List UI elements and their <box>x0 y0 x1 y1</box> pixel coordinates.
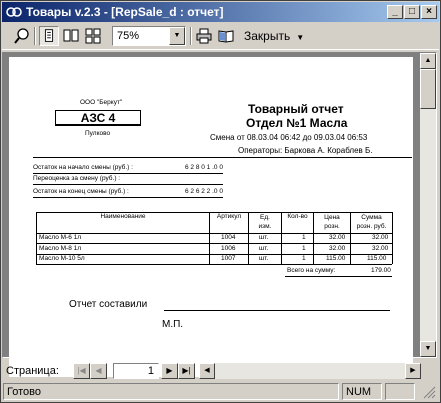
reprice-label: Переоценка за смену (руб.) : <box>33 175 121 182</box>
report-title: Товарный отчет <box>248 102 344 116</box>
company-name: ООО "Беркут" <box>80 99 123 106</box>
close-button[interactable]: × <box>421 5 437 19</box>
next-page-icon[interactable]: ▶ <box>161 363 178 379</box>
cell-qty: 1 <box>302 245 306 252</box>
window-title: Товары v.2.3 - [RepSale_d : отчет] <box>26 5 224 19</box>
station-box: АЗС 4 <box>55 110 141 126</box>
toolbar-separator <box>34 27 36 45</box>
cell-name: Масло М-6 1л <box>39 234 82 241</box>
cell-sku: 1006 <box>221 245 236 252</box>
close-report-label: Закрыть <box>244 29 291 43</box>
cell-unit: шт. <box>259 234 269 241</box>
vertical-scrollbar[interactable]: ▲ ▼ <box>420 53 436 357</box>
maximize-button[interactable]: □ <box>404 5 420 19</box>
app-icon <box>6 7 22 17</box>
header-divider <box>33 157 412 158</box>
cell-price: 32.00 <box>329 245 346 252</box>
minimize-button[interactable]: _ <box>387 5 403 19</box>
title-bar: Товары v.2.3 - [RepSale_d : отчет] _ □ × <box>2 2 439 22</box>
station-name: АЗС 4 <box>80 111 116 125</box>
cell-sum: 32.00 <box>372 245 389 252</box>
last-page-icon[interactable]: ▶| <box>178 363 195 379</box>
cell-sku: 1004 <box>221 234 236 241</box>
col-header-qty: Кол-во <box>287 213 308 220</box>
divider <box>33 184 223 185</box>
chevron-down-icon[interactable]: ▼ <box>169 27 185 45</box>
zoom-select[interactable]: 75% ▼ <box>112 26 186 46</box>
col-header-unit: Ед. изм. <box>258 214 272 230</box>
multiple-pages-icon[interactable] <box>83 26 103 46</box>
status-panel: Готово <box>3 383 339 400</box>
col-header-sum: Сумма розн. руб. <box>356 214 387 230</box>
cell-sum: 32.00 <box>372 234 389 241</box>
balance-start-value: 6 2 8 0 1 .0 0 <box>185 164 223 171</box>
place-name: Пулково <box>85 130 111 137</box>
zoom-icon[interactable] <box>12 26 32 46</box>
divider <box>33 197 223 198</box>
shift-info: Смена от 08.03.04 06:42 до 09.03.04 06:5… <box>210 133 368 142</box>
report-viewport[interactable]: ООО "Беркут" АЗС 4 Пулково Товарный отче… <box>2 52 437 377</box>
stamp-label: М.П. <box>162 319 184 330</box>
two-pages-icon[interactable] <box>61 26 81 46</box>
cell-sum: 115.00 <box>367 255 387 262</box>
scroll-up-icon[interactable]: ▲ <box>420 53 436 69</box>
horizontal-scrollbar[interactable]: ◀ ▶ <box>199 363 421 379</box>
col-header-name: Наименование <box>100 213 146 220</box>
scroll-left-icon[interactable]: ◀ <box>199 363 215 379</box>
close-report-button[interactable]: Закрыть ▼ <box>244 29 304 43</box>
print-icon[interactable] <box>194 26 214 46</box>
operators-info: Операторы: Баркова А. Кораблев Б. <box>238 146 373 155</box>
cell-name: Масло М-10 5л <box>39 255 85 262</box>
cell-qty: 1 <box>302 255 306 262</box>
total-label: Всего на сумму: <box>287 267 336 274</box>
cell-name: Масло М-8 1л <box>39 245 82 252</box>
book-icon[interactable] <box>216 26 236 46</box>
app-window: Товары v.2.3 - [RepSale_d : отчет] _ □ ×… <box>0 0 441 403</box>
total-value: 179.00 <box>371 267 391 274</box>
prev-page-icon[interactable]: ◀ <box>90 363 107 379</box>
col-header-price: Цена розн. <box>324 214 340 230</box>
report-page: ООО "Беркут" АЗС 4 Пулково Товарный отче… <box>9 57 413 377</box>
page-navigation: Страница: |◀ ◀ 1 ▶ ▶| ◀ ▶ <box>2 361 439 381</box>
status-panel-num: NUM <box>342 383 382 400</box>
toolbar-separator <box>190 27 192 45</box>
cell-qty: 1 <box>302 234 306 241</box>
resize-grip-icon[interactable] <box>422 385 436 399</box>
cell-price: 32.00 <box>329 234 346 241</box>
total-underline <box>285 276 392 277</box>
compiled-by-label: Отчет составили <box>69 299 148 310</box>
cell-sku: 1007 <box>221 255 236 262</box>
status-panel-empty <box>385 383 415 400</box>
status-text: Готово <box>7 386 41 398</box>
chevron-down-icon: ▼ <box>296 33 305 42</box>
signature-line <box>164 310 390 311</box>
balance-start-label: Остаток на начало смены (руб.) : <box>33 164 133 171</box>
scroll-thumb[interactable] <box>420 69 436 109</box>
page-label: Страница: <box>6 365 59 377</box>
toolbar: 75% ▼ Закрыть ▼ <box>2 23 439 50</box>
scroll-right-icon[interactable]: ▶ <box>405 363 421 379</box>
divider <box>33 173 223 174</box>
scroll-down-icon[interactable]: ▼ <box>420 341 436 357</box>
status-bar: Готово NUM <box>2 382 439 401</box>
cell-unit: шт. <box>259 255 269 262</box>
balance-end-label: Остаток на конец смены (руб.) : <box>33 188 129 195</box>
num-lock-indicator: NUM <box>346 386 372 398</box>
col-header-sku: Артикул <box>216 213 242 220</box>
cell-unit: шт. <box>259 245 269 252</box>
first-page-icon[interactable]: |◀ <box>73 363 90 379</box>
department-name: Отдел №1 Масла <box>246 116 348 130</box>
single-page-icon[interactable] <box>39 26 59 46</box>
page-number-input[interactable]: 1 <box>113 363 159 379</box>
balance-end-value: 6 2 6 2 2 .0 0 <box>185 188 223 195</box>
zoom-value: 75% <box>117 30 140 42</box>
cell-price: 115.00 <box>326 255 346 262</box>
